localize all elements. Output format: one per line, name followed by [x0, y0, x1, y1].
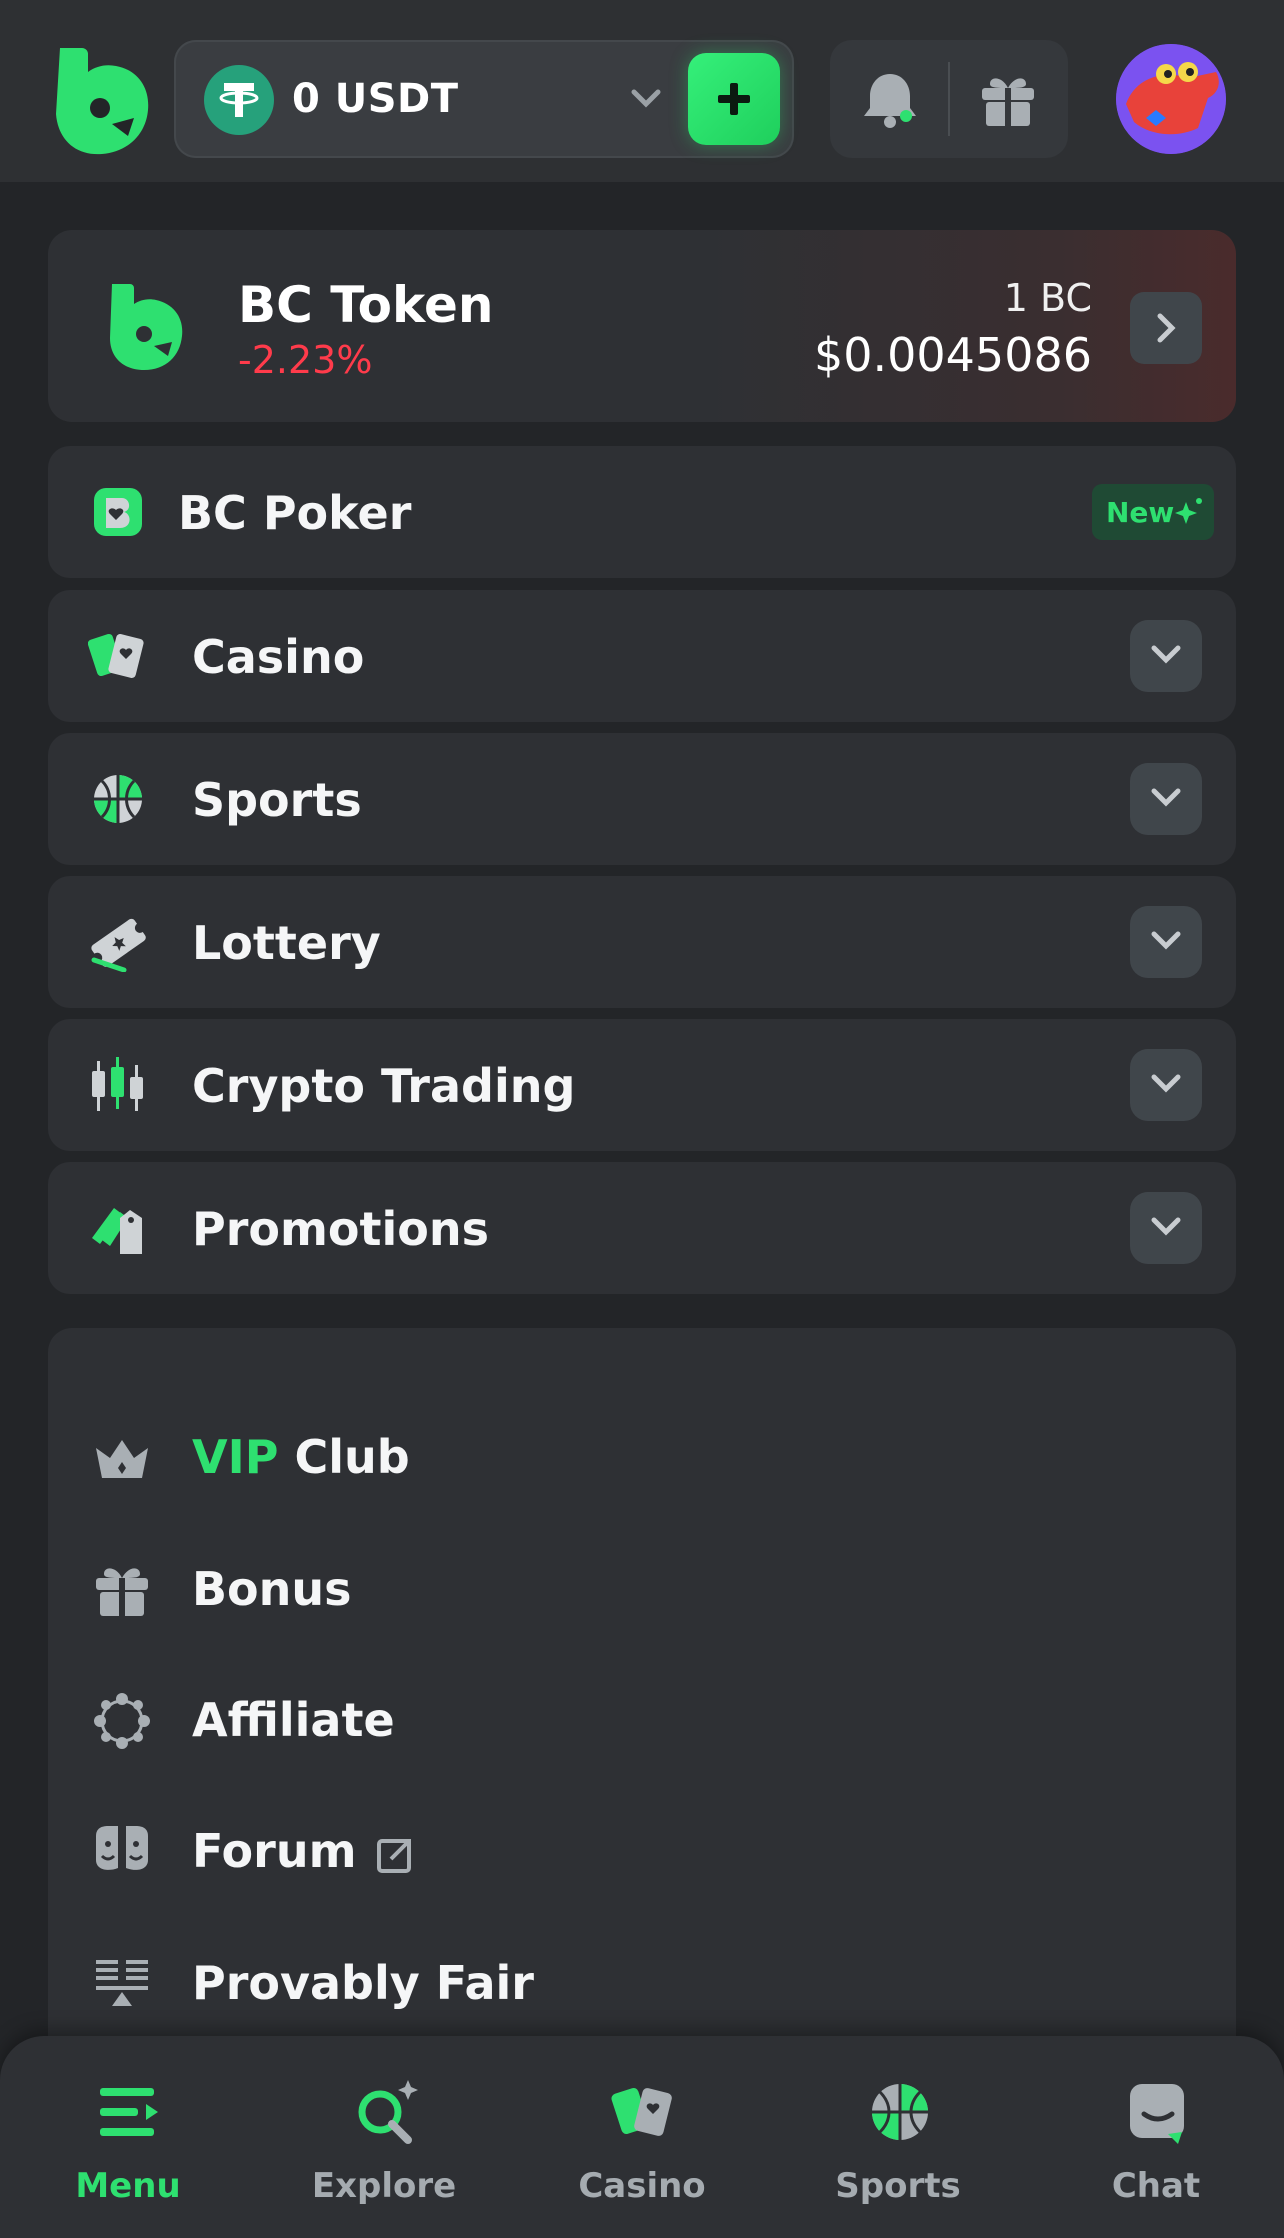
- expand-button[interactable]: [1130, 1049, 1202, 1121]
- menu-item-lottery[interactable]: Lottery: [48, 876, 1236, 1008]
- chevron-down-icon[interactable]: [628, 84, 664, 114]
- menu-item-label: Sports: [192, 773, 362, 827]
- nav-explore[interactable]: Explore: [256, 2036, 512, 2238]
- external-link-icon: [376, 1838, 411, 1873]
- token-change: -2.23%: [238, 338, 373, 382]
- wallet-balance: 0 USDT: [292, 76, 459, 122]
- gift-icon[interactable]: [978, 70, 1038, 130]
- chevron-down-icon: [1151, 931, 1181, 950]
- expand-button[interactable]: [1130, 620, 1202, 692]
- crown-icon: [96, 1440, 148, 1478]
- nav-label: Menu: [75, 2166, 181, 2206]
- chevron-down-icon: [1151, 1074, 1181, 1093]
- link-provably-fair[interactable]: Provably Fair: [48, 1934, 1236, 2034]
- chevron-right-icon: [1157, 313, 1176, 343]
- nav-label: Chat: [1111, 2166, 1201, 2206]
- basketball-icon: [94, 775, 142, 823]
- basketball-icon: [872, 2084, 928, 2140]
- forum-label: Forum: [192, 1824, 357, 1878]
- sparkle-icon: [1175, 498, 1202, 524]
- forum-icon: [96, 1826, 148, 1870]
- new-badge: New: [1092, 484, 1214, 540]
- poker-icon: [94, 488, 142, 536]
- menu-item-bc-poker[interactable]: BC Poker New: [48, 446, 1236, 578]
- expand-button[interactable]: [1130, 906, 1202, 978]
- cards-icon: [611, 2088, 672, 2136]
- menu-item-casino[interactable]: Casino: [48, 590, 1236, 722]
- nav-chat[interactable]: Chat: [1028, 2036, 1284, 2238]
- new-badge-label: New: [1106, 496, 1175, 529]
- expand-button[interactable]: [1130, 763, 1202, 835]
- links-panel: VIP Club Bonus Affiliate Forum Provably …: [48, 1328, 1236, 2088]
- token-price: $0.0045086: [813, 328, 1092, 382]
- plus-icon: [718, 83, 750, 115]
- avatar[interactable]: [1116, 44, 1226, 154]
- link-label: Bonus: [192, 1562, 352, 1616]
- candlestick-icon: [92, 1057, 143, 1111]
- link-vip-club[interactable]: VIP Club: [48, 1408, 1236, 1508]
- menu-item-crypto-trading[interactable]: Crypto Trading: [48, 1019, 1236, 1151]
- bc-token-card[interactable]: BC Token -2.23% 1 BC $0.0045086: [48, 230, 1236, 422]
- link-label: Forum: [192, 1824, 415, 1878]
- menu-item-sports[interactable]: Sports: [48, 733, 1236, 865]
- expand-button[interactable]: [1130, 1192, 1202, 1264]
- wallet-selector[interactable]: 0 USDT: [174, 40, 794, 158]
- tags-icon: [92, 1208, 142, 1254]
- gift-icon: [96, 1568, 148, 1616]
- bottom-nav: Menu Explore Casino Sports Chat: [0, 2036, 1284, 2238]
- vip-suffix: Club: [278, 1430, 410, 1484]
- bell-icon[interactable]: [862, 70, 918, 130]
- menu-item-label: Crypto Trading: [192, 1059, 576, 1113]
- menu-item-label: Lottery: [192, 916, 381, 970]
- token-name: BC Token: [238, 276, 494, 334]
- top-bar: 0 USDT: [0, 0, 1284, 182]
- deposit-button[interactable]: [688, 53, 780, 145]
- nav-casino[interactable]: Casino: [514, 2036, 770, 2238]
- menu-item-label: BC Poker: [178, 486, 412, 540]
- nav-menu[interactable]: Menu: [0, 2036, 256, 2238]
- menu-item-label: Casino: [192, 630, 365, 684]
- chat-icon: [1130, 2084, 1184, 2144]
- vip-prefix: VIP: [192, 1430, 279, 1484]
- nav-label: Casino: [578, 2166, 706, 2206]
- link-bonus[interactable]: Bonus: [48, 1540, 1236, 1640]
- link-forum[interactable]: Forum: [48, 1802, 1236, 1902]
- scales-icon: [96, 1960, 148, 2006]
- affiliate-icon: [94, 1693, 150, 1749]
- bc-token-icon: [110, 284, 183, 370]
- nav-label: Sports: [835, 2166, 961, 2206]
- bcgame-logo-icon[interactable]: [54, 44, 150, 156]
- menu-item-label: Promotions: [192, 1202, 490, 1256]
- divider: [948, 62, 950, 136]
- chevron-down-icon: [1151, 1217, 1181, 1236]
- menu-icon: [100, 2088, 158, 2136]
- cards-icon: [88, 633, 144, 678]
- link-label: VIP Club: [192, 1430, 410, 1484]
- token-details-button[interactable]: [1130, 292, 1202, 364]
- menu-item-promotions[interactable]: Promotions: [48, 1162, 1236, 1294]
- link-label: Affiliate: [192, 1693, 395, 1747]
- token-unit: 1 BC: [1003, 276, 1092, 320]
- ticket-icon: [91, 918, 146, 972]
- link-label: Provably Fair: [192, 1956, 534, 2010]
- search-icon: [358, 2080, 418, 2144]
- link-affiliate[interactable]: Affiliate: [48, 1671, 1236, 1771]
- header-actions: [830, 40, 1068, 158]
- nav-label: Explore: [311, 2166, 457, 2206]
- nav-sports[interactable]: Sports: [770, 2036, 1026, 2238]
- usdt-coin-icon: [204, 65, 274, 135]
- chevron-down-icon: [1151, 788, 1181, 807]
- chevron-down-icon: [1151, 645, 1181, 664]
